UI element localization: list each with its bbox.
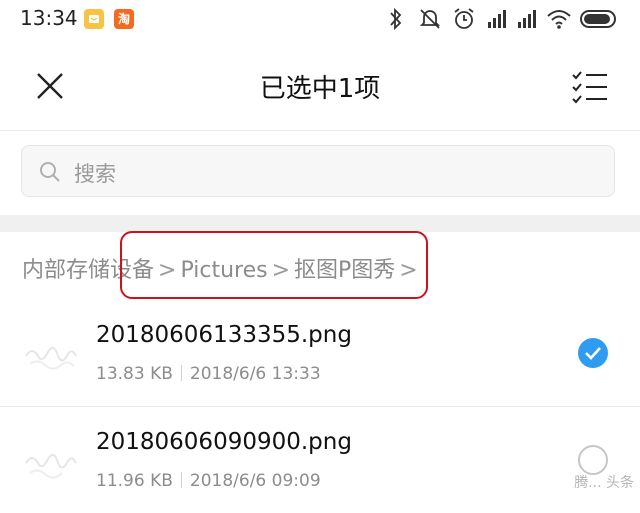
battery-icon bbox=[580, 10, 616, 28]
signal-icon-1 bbox=[488, 10, 506, 28]
file-size: 13.83 KB bbox=[96, 364, 173, 384]
signal-icon-2 bbox=[518, 10, 536, 28]
wifi-icon bbox=[547, 10, 571, 29]
search-icon bbox=[40, 162, 60, 182]
search-placeholder: 搜索 bbox=[74, 162, 116, 186]
mute-bell-icon bbox=[419, 9, 441, 29]
file-meta: 11.96 KB 2018/6/6 09:09 bbox=[96, 471, 321, 491]
taobao-icon: 淘 bbox=[114, 9, 134, 29]
file-row[interactable]: 20180606133355.png 13.83 KB 2018/6/6 13:3… bbox=[0, 300, 640, 407]
status-time: 13:34 bbox=[20, 6, 78, 30]
watermark: 腾... 头条 bbox=[574, 475, 634, 491]
search-input[interactable]: 搜索 bbox=[21, 145, 615, 197]
file-name: 20180606133355.png bbox=[96, 322, 352, 348]
file-thumbnail bbox=[25, 453, 77, 479]
file-checkbox-checked[interactable] bbox=[578, 338, 608, 368]
checkmark-icon bbox=[585, 347, 601, 360]
status-bar: 13:34 淘 bbox=[0, 0, 640, 38]
select-all-icon[interactable] bbox=[570, 68, 610, 108]
bluetooth-icon bbox=[390, 7, 402, 31]
file-row[interactable]: 20180606090900.png 11.96 KB 2018/6/6 09:0… bbox=[0, 407, 640, 513]
file-thumbnail bbox=[25, 346, 77, 370]
file-date: 2018/6/6 13:33 bbox=[189, 364, 321, 384]
alarm-icon bbox=[454, 8, 474, 29]
file-checkbox-unchecked[interactable] bbox=[578, 445, 608, 475]
annotation-highlight-box bbox=[120, 231, 428, 299]
section-divider bbox=[0, 215, 640, 232]
selection-header: 已选中1项 bbox=[0, 38, 640, 131]
file-meta: 13.83 KB 2018/6/6 13:33 bbox=[96, 364, 321, 384]
file-name: 20180606090900.png bbox=[96, 429, 352, 455]
file-size: 11.96 KB bbox=[96, 471, 173, 491]
search-area: 搜索 bbox=[0, 131, 640, 215]
file-date: 2018/6/6 09:09 bbox=[189, 471, 321, 491]
status-icons bbox=[388, 6, 618, 32]
notification-app-icon bbox=[84, 9, 104, 29]
page-title: 已选中1项 bbox=[259, 74, 381, 104]
